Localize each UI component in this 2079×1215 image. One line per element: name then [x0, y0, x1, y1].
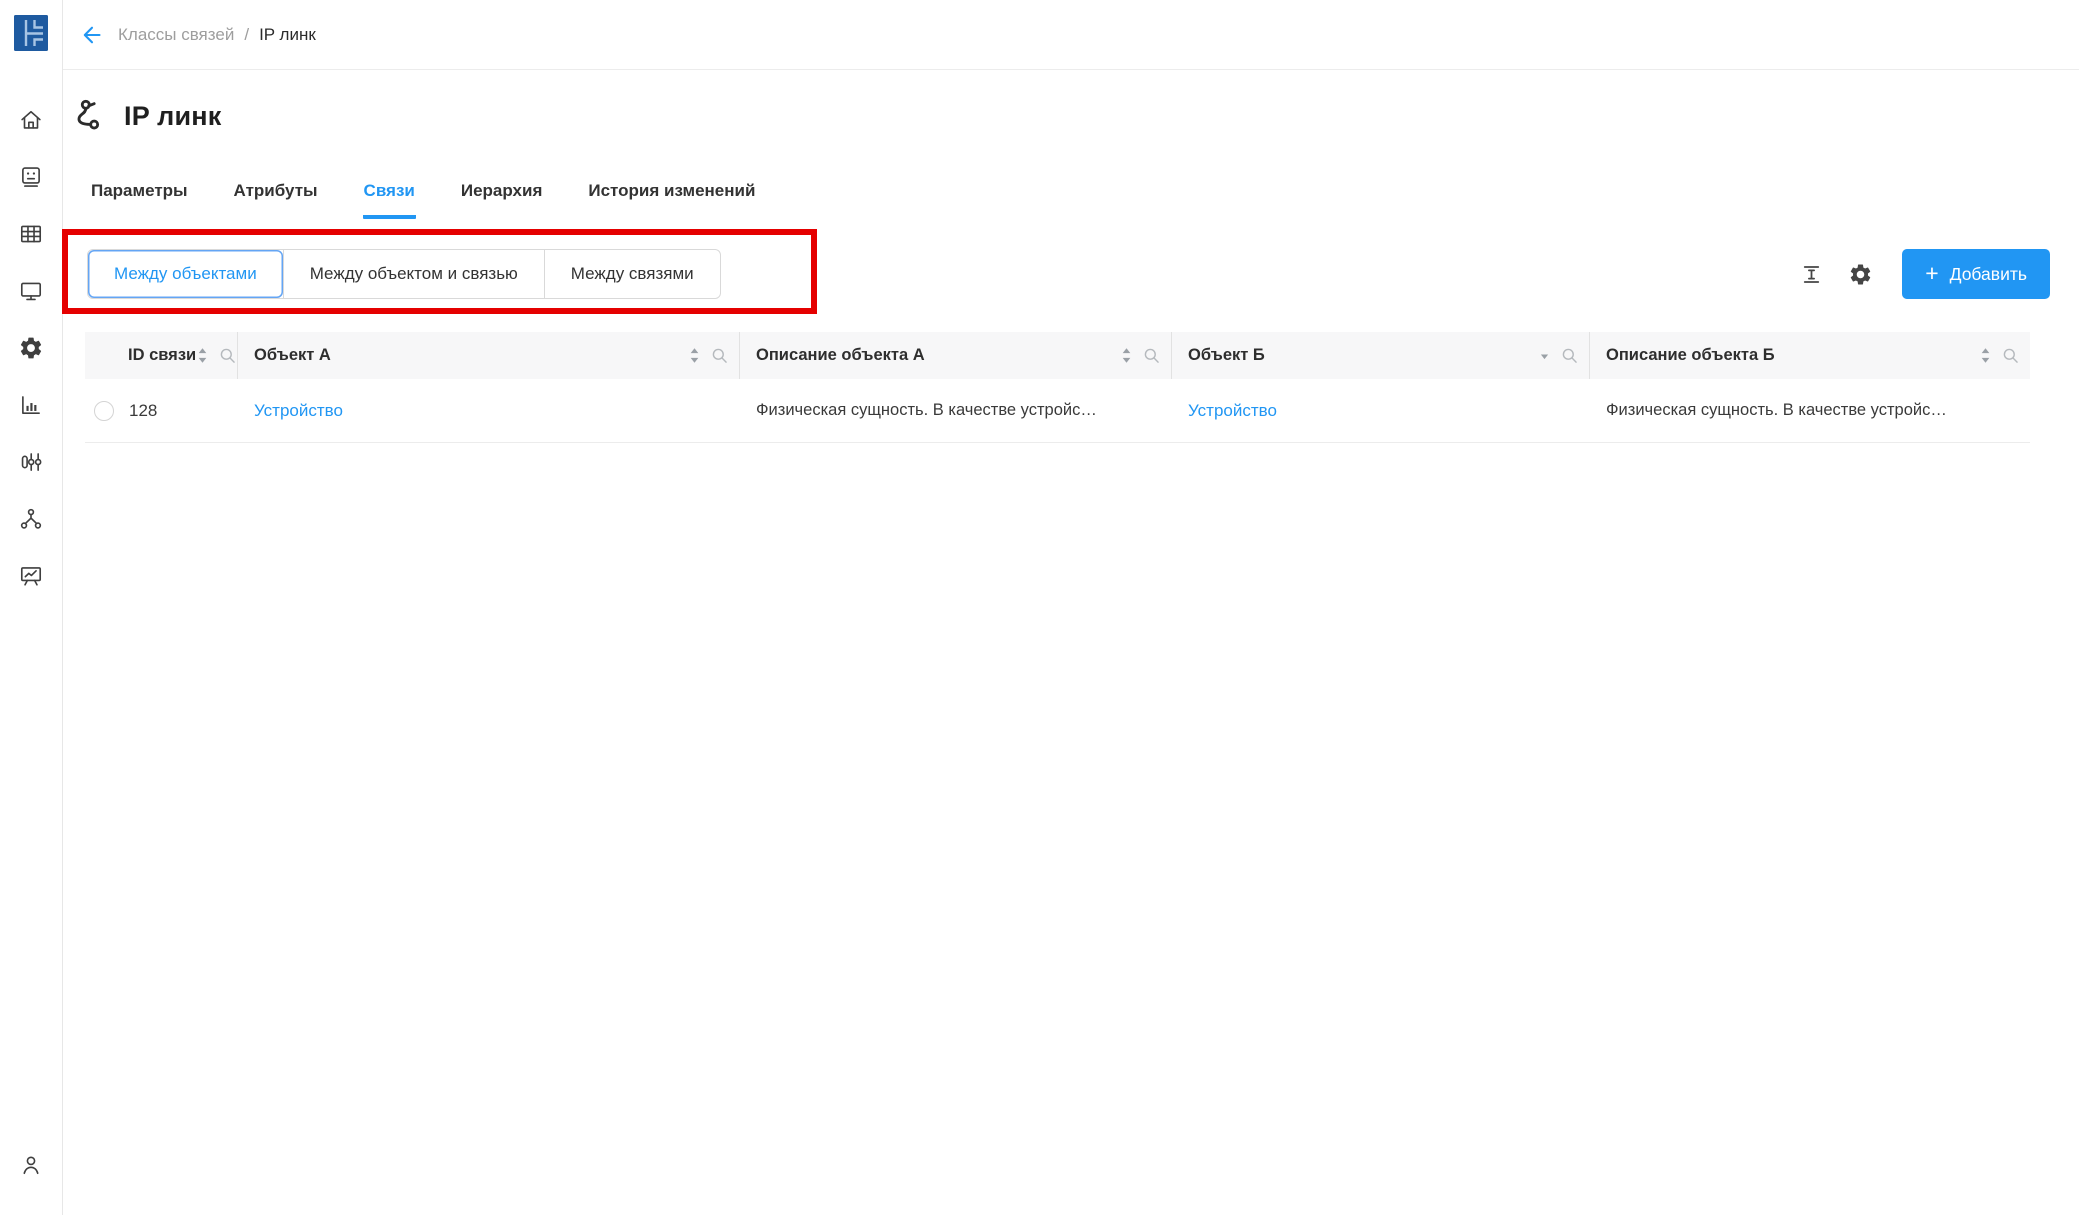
app-root: Классы связей / IP линк IP линк Параметр… [0, 0, 2079, 1215]
column-header-object-b: Объект Б [1172, 332, 1590, 379]
filter-between-relations[interactable]: Между связями [544, 250, 720, 298]
column-header-desc-a: Описание объекта А [740, 332, 1172, 379]
logo-icon [14, 15, 48, 51]
search-icon[interactable] [1560, 346, 1579, 365]
sort-both-icon[interactable] [1979, 347, 1992, 364]
breadcrumb-parent-link[interactable]: Классы связей [118, 25, 234, 45]
sidebar-item-candlestick[interactable] [0, 433, 63, 490]
cell-desc-b: Физическая сущность. В качестве устройс… [1590, 401, 2030, 420]
add-button-label: Добавить [1950, 264, 2027, 285]
search-icon[interactable] [218, 346, 237, 365]
relation-type-switcher: Между объектами Между объектом и связью … [87, 249, 721, 299]
relations-table: ID связи Объект А [85, 332, 2030, 443]
table-row: 128 Устройство Физическая сущность. В ка… [85, 379, 2030, 443]
row-height-button[interactable] [1796, 259, 1827, 290]
sort-desc-icon[interactable] [1538, 347, 1551, 364]
toolbar-actions: + Добавить [1796, 249, 2050, 299]
settings-icon [18, 335, 44, 361]
column-header-desc-b: Описание объекта Б [1590, 332, 2030, 379]
column-label: Объект А [254, 346, 331, 365]
user-icon [18, 1152, 44, 1178]
column-label: Описание объекта А [756, 346, 925, 365]
breadcrumb-current: IP линк [259, 25, 316, 45]
sidebar-item-data-grid[interactable] [0, 205, 63, 262]
tab-bar: Параметры Атрибуты Связи Иерархия Истори… [63, 180, 2079, 219]
page-header: IP линк [63, 96, 2079, 136]
app-logo[interactable] [14, 15, 48, 51]
sidebar-item-settings[interactable] [0, 319, 63, 376]
sort-both-icon[interactable] [688, 347, 701, 364]
back-button[interactable] [76, 19, 108, 51]
search-icon[interactable] [2001, 346, 2020, 365]
add-button[interactable]: + Добавить [1902, 249, 2050, 299]
relation-id: 128 [129, 401, 157, 421]
row-radio[interactable] [94, 401, 114, 421]
sidebar-nav [0, 91, 63, 604]
topology-icon [18, 506, 44, 532]
tab-istoriya-izmeneniy[interactable]: История изменений [587, 180, 756, 219]
table-settings-button[interactable] [1845, 259, 1876, 290]
column-label: Описание объекта Б [1606, 346, 1775, 365]
column-label: Объект Б [1188, 346, 1265, 365]
row-height-icon [1799, 262, 1824, 287]
sort-both-icon[interactable] [196, 347, 209, 364]
bar-chart-icon [18, 392, 44, 418]
sidebar-footer [0, 1136, 63, 1193]
main-content: Классы связей / IP линк IP линк Параметр… [63, 0, 2079, 1215]
toolbar: Между объектами Между объектом и связью … [63, 249, 2079, 299]
table-header: ID связи Объект А [85, 332, 2030, 379]
gear-icon [1848, 262, 1873, 287]
sidebar-item-monitor[interactable] [0, 262, 63, 319]
sidebar-item-topology[interactable] [0, 490, 63, 547]
search-icon[interactable] [710, 346, 729, 365]
filter-between-object-and-relation[interactable]: Между объектом и связью [283, 250, 544, 298]
tab-ierarhiya[interactable]: Иерархия [460, 180, 544, 219]
tab-parametry[interactable]: Параметры [90, 180, 189, 219]
plus-icon: + [1925, 262, 1938, 285]
home-icon [18, 107, 44, 133]
breadcrumb: Классы связей / IP линк [63, 0, 2079, 70]
sidebar-item-dashboard[interactable] [0, 547, 63, 604]
sort-both-icon[interactable] [1120, 347, 1133, 364]
data-grid-icon [18, 221, 44, 247]
sidebar-item-bar-chart[interactable] [0, 376, 63, 433]
breadcrumb-separator: / [244, 25, 249, 45]
terminal-icon [18, 164, 44, 190]
column-header-id: ID связи [85, 332, 238, 379]
dashboard-icon [18, 563, 44, 589]
object-a-link[interactable]: Устройство [254, 401, 343, 420]
relation-nodes-icon [72, 97, 110, 135]
tab-svyazi[interactable]: Связи [363, 180, 416, 219]
filter-between-objects[interactable]: Между объектами [88, 250, 283, 298]
object-b-link[interactable]: Устройство [1188, 401, 1277, 420]
cell-id: 128 [85, 401, 238, 421]
sidebar [0, 0, 63, 1215]
sidebar-item-terminal[interactable] [0, 148, 63, 205]
cell-object-a: Устройство [238, 401, 740, 421]
sidebar-item-home[interactable] [0, 91, 63, 148]
page-title: IP линк [124, 101, 222, 132]
cell-desc-a: Физическая сущность. В качестве устройс… [740, 401, 1172, 420]
arrow-left-icon [80, 23, 104, 47]
sidebar-item-user[interactable] [0, 1136, 63, 1193]
candlestick-icon [18, 449, 44, 475]
monitor-icon [18, 278, 44, 304]
tab-atributy[interactable]: Атрибуты [233, 180, 319, 219]
search-icon[interactable] [1142, 346, 1161, 365]
column-header-object-a: Объект А [238, 332, 740, 379]
column-label: ID связи [128, 346, 196, 365]
cell-object-b: Устройство [1172, 401, 1590, 421]
